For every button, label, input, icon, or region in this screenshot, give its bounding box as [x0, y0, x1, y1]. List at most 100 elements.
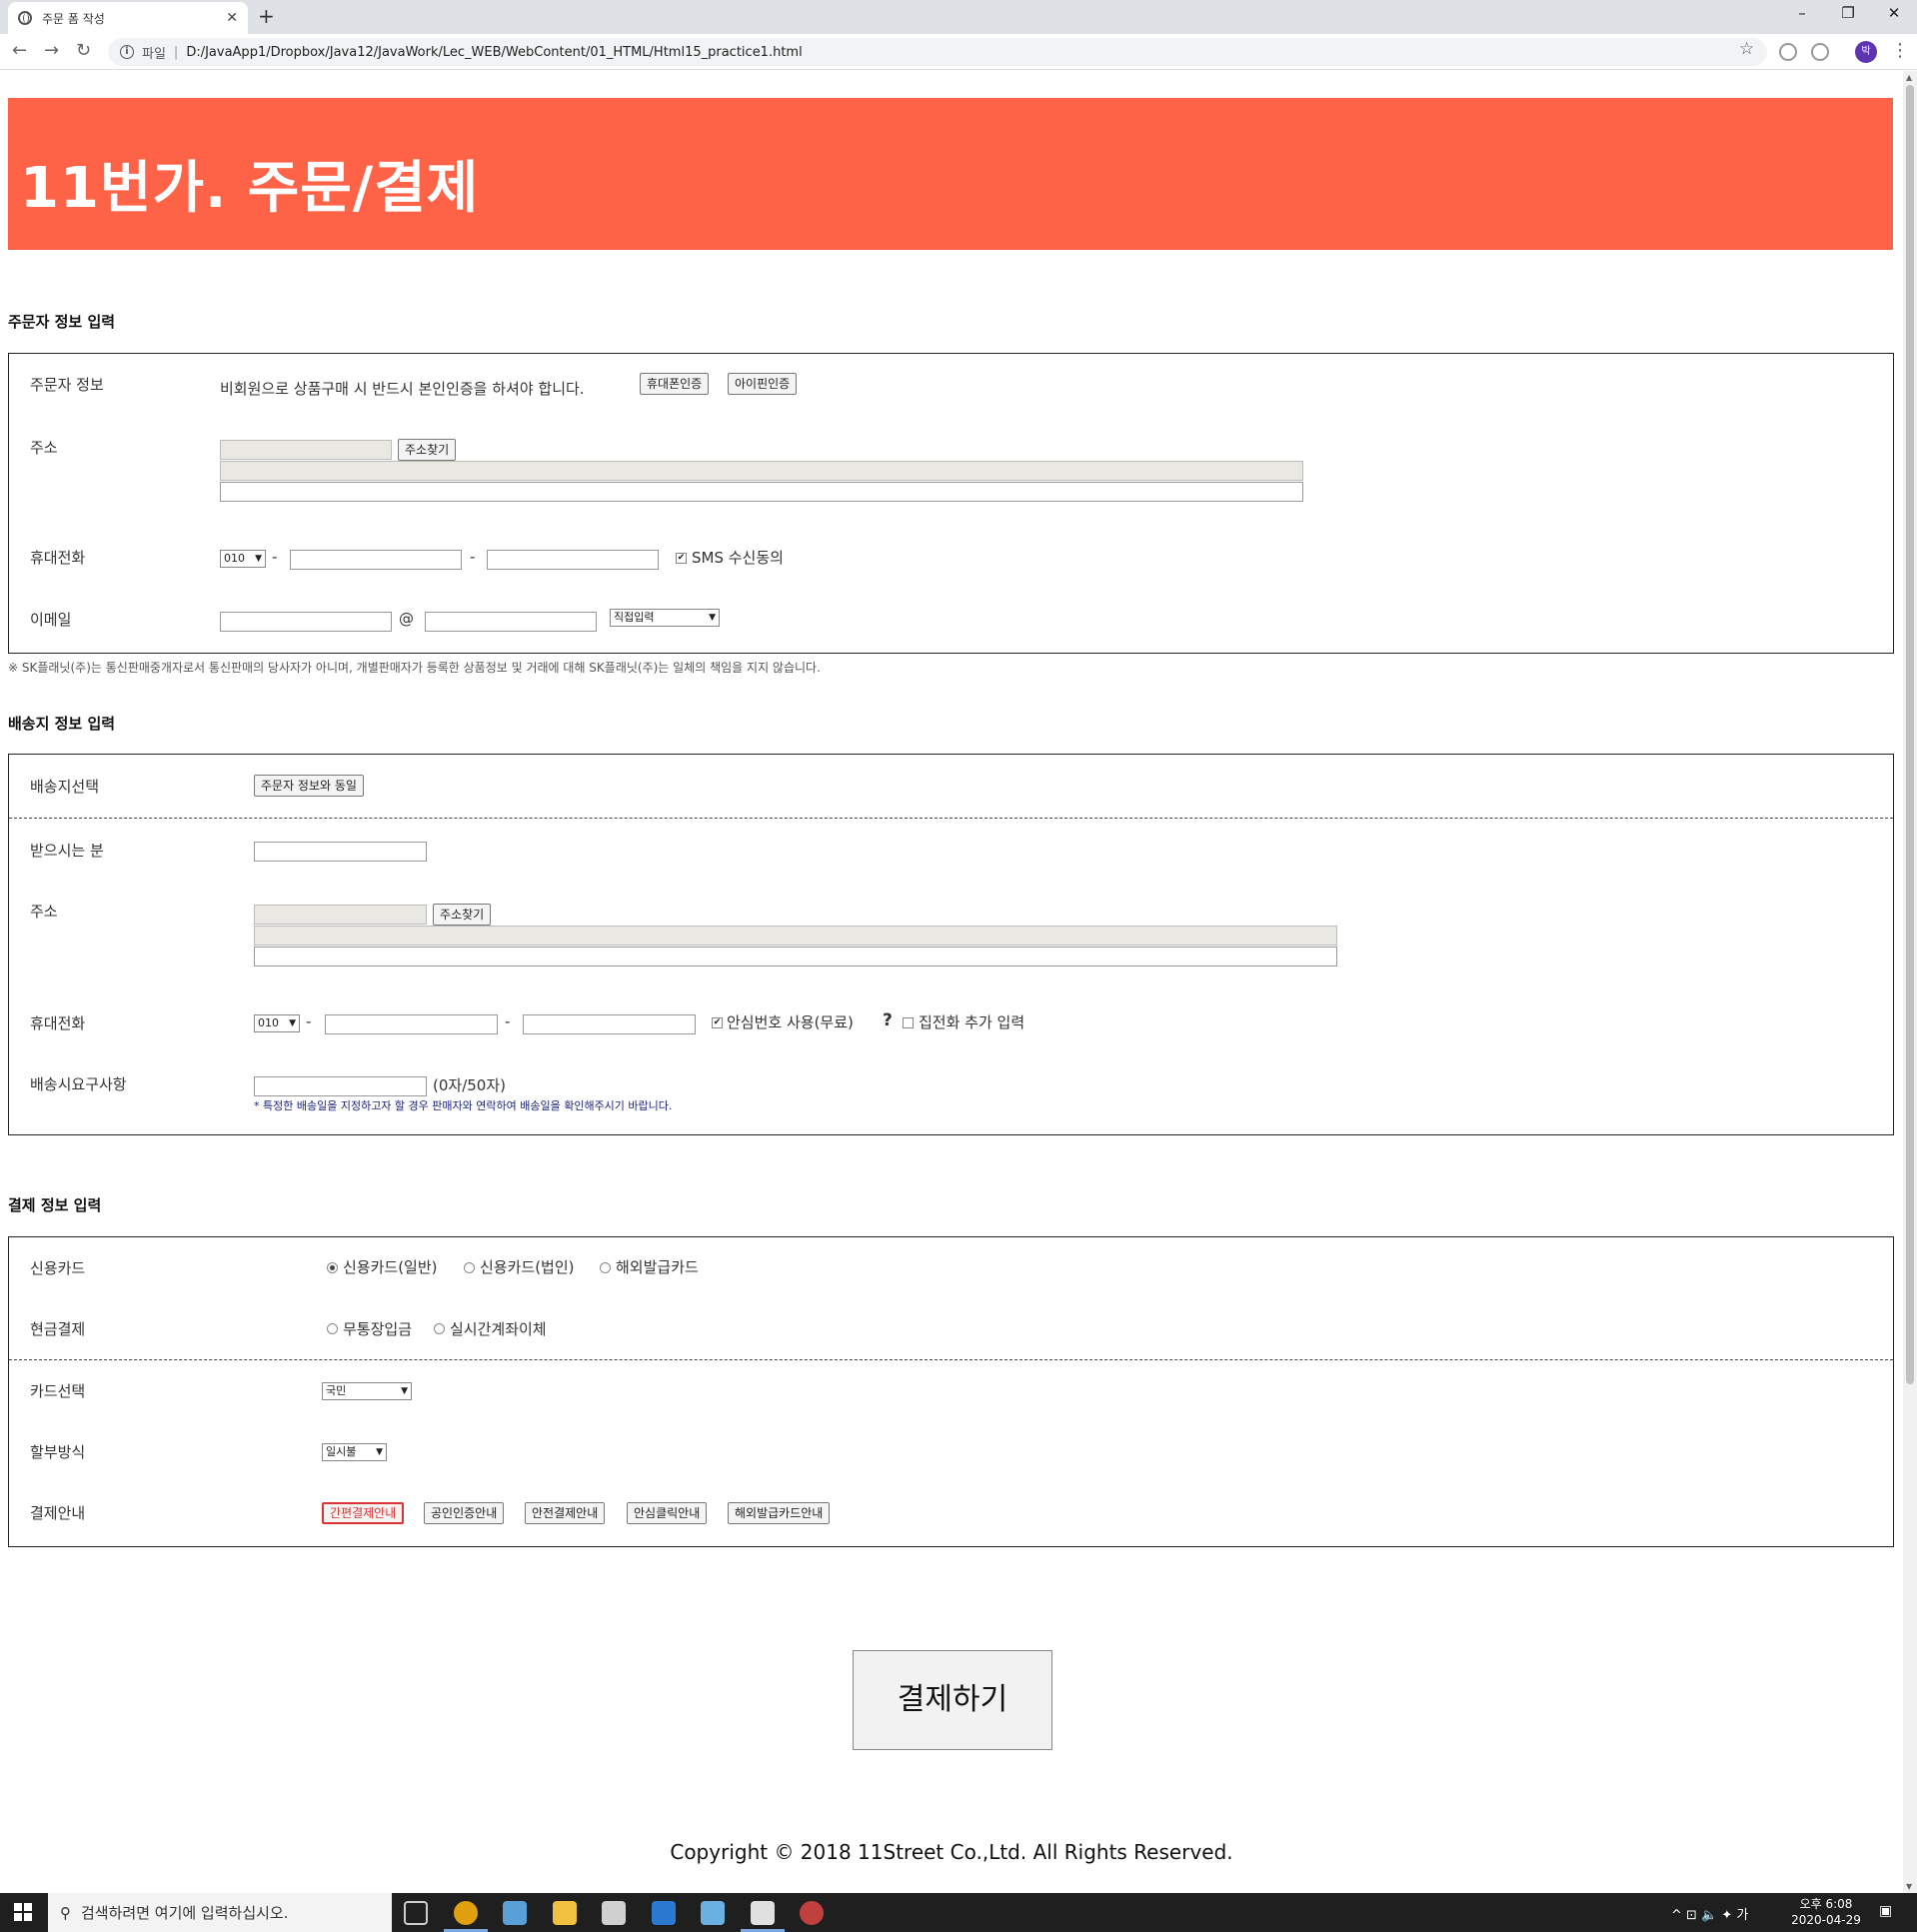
scrollbar[interactable]: ▲ ▼ [1903, 71, 1917, 1893]
radio-label: 실시간계좌이체 [450, 1320, 547, 1338]
search-icon: ⚲ [60, 1903, 71, 1922]
task-view-icon[interactable] [404, 1901, 428, 1925]
sms-label: SMS 수신동의 [692, 549, 784, 567]
address-detail-input[interactable] [220, 482, 1303, 502]
find-address-button[interactable]: 주소찾기 [398, 439, 457, 461]
taskbar-search[interactable]: ⚲ 검색하려면 여기에 입력하십시오. [48, 1893, 392, 1932]
close-window-icon[interactable]: ✕ [1871, 4, 1917, 22]
dash: - [470, 548, 476, 566]
calculator-icon[interactable] [751, 1901, 775, 1925]
scroll-thumb[interactable] [1906, 85, 1914, 1384]
safe-click-guide-button[interactable]: 안심클릭안내 [627, 1502, 708, 1524]
guide-label: 결제안내 [30, 1504, 86, 1522]
mobile-prefix-select[interactable]: 010 ▼ [220, 550, 266, 568]
radio-realtime-transfer[interactable] [434, 1323, 445, 1334]
request-note: * 특정한 배송일을 지정하고자 할 경우 판매자와 연락하여 배송일을 확인해… [254, 1099, 673, 1112]
reload-icon[interactable]: ↻ [76, 40, 91, 61]
safe-pay-guide-button[interactable]: 안전결제안내 [525, 1502, 606, 1524]
shipping-address-input[interactable] [254, 926, 1337, 946]
page-content: 11번가. 주문/결제 주문자 정보 입력 주문자 정보 비회원으로 상품구매 … [0, 71, 1903, 1893]
orderer-email-label: 이메일 [30, 611, 72, 629]
bookmark-star-icon[interactable]: ☆ [1739, 39, 1754, 59]
shipping-mobile-last-input[interactable] [523, 1014, 696, 1034]
paint-icon[interactable] [503, 1901, 527, 1925]
chrome-icon[interactable] [454, 1901, 478, 1925]
info-icon[interactable]: i [120, 45, 134, 59]
shipping-mobile-middle-input[interactable] [325, 1014, 498, 1034]
file-explorer-icon[interactable] [553, 1901, 577, 1925]
shipping-mobile-prefix-select[interactable]: 010 ▼ [254, 1014, 300, 1032]
new-tab-icon[interactable]: + [258, 4, 275, 28]
zipcode-input[interactable] [220, 440, 392, 460]
installment-value: 일시불 [326, 1445, 357, 1458]
tab-close-icon[interactable]: ✕ [226, 10, 238, 26]
credit-card-label: 신용카드 [30, 1259, 86, 1277]
orderer-info-text: 비회원으로 상품구매 시 반드시 본인인증을 하셔야 합니다. [220, 380, 585, 398]
url-text[interactable]: D:/JavaApp1/Dropbox/Java12/JavaWork/Lec_… [186, 45, 802, 60]
radio-card-personal[interactable] [327, 1262, 338, 1273]
shipping-address-detail-input[interactable] [254, 947, 1337, 966]
kebab-menu-icon[interactable]: ⋮ [1891, 40, 1909, 61]
extension-icon[interactable] [1811, 43, 1829, 61]
extension-icon[interactable] [1779, 43, 1797, 61]
installment-select[interactable]: 일시불 ▼ [322, 1443, 387, 1461]
cash-label: 현금결제 [30, 1320, 86, 1338]
shipping-address-label: 주소 [30, 903, 58, 921]
request-input[interactable] [254, 1076, 427, 1096]
pay-button[interactable]: 결제하기 [853, 1650, 1052, 1750]
radio-card-corporate[interactable] [464, 1262, 475, 1273]
browser-tab[interactable]: 주문 폼 작성 ✕ [8, 2, 248, 34]
orderer-section-title: 주문자 정보 입력 [8, 313, 116, 331]
restore-icon[interactable]: ❐ [1825, 4, 1871, 22]
card-select[interactable]: 국민 ▼ [322, 1382, 412, 1400]
back-icon[interactable]: ← [12, 40, 27, 61]
orderer-info-label: 주문자 정보 [30, 376, 104, 394]
payment-box: 신용카드 신용카드(일반) 신용카드(법인) 해외발급카드 현금결제 무통장입금… [8, 1236, 1894, 1547]
email-domain-input[interactable] [425, 612, 597, 632]
forward-icon[interactable]: → [44, 40, 59, 61]
notepad-icon[interactable] [701, 1901, 725, 1925]
cert-guide-button[interactable]: 공인인증안내 [424, 1502, 505, 1524]
orderer-mobile-label: 휴대전화 [30, 549, 86, 567]
radio-card-overseas[interactable] [600, 1262, 611, 1273]
scroll-down-icon[interactable]: ▼ [1906, 1882, 1912, 1891]
safe-number-checkbox[interactable]: ✔ [712, 1017, 723, 1028]
same-as-orderer-button[interactable]: 주문자 정보와 동일 [254, 775, 364, 797]
recipient-input[interactable] [254, 842, 427, 862]
phone-auth-button[interactable]: 휴대폰인증 [640, 373, 710, 395]
scroll-up-icon[interactable]: ▲ [1906, 73, 1912, 82]
easy-pay-guide-button[interactable]: 간편결제안내 [322, 1502, 405, 1524]
address-bar[interactable]: i 파일 | D:/JavaApp1/Dropbox/Java12/JavaWo… [108, 38, 1767, 66]
sms-checkbox[interactable]: ✔ [676, 553, 687, 564]
system-tray[interactable]: ^ ⊡ 🔈 ✦ 가 [1671, 1904, 1748, 1923]
caret-down-icon: ▼ [709, 613, 716, 623]
dash: - [505, 1012, 511, 1030]
shipping-zipcode-input[interactable] [254, 905, 427, 925]
email-domain-select[interactable]: 직접입력 ▼ [610, 609, 720, 627]
avatar[interactable]: 박 [1855, 41, 1877, 63]
caret-down-icon: ▼ [255, 554, 262, 564]
email-domain-value: 직접입력 [614, 611, 655, 624]
char-counter: (0자/50자) [433, 1076, 506, 1094]
clock[interactable]: 오후 6:08 2020-04-29 [1791, 1896, 1861, 1928]
minimize-icon[interactable]: – [1779, 4, 1825, 22]
dash: - [306, 1012, 312, 1030]
address-input[interactable] [220, 461, 1303, 481]
store-icon[interactable] [602, 1901, 626, 1925]
home-phone-checkbox[interactable] [903, 1017, 914, 1028]
page-title: 11번가. 주문/결제 [8, 98, 1893, 250]
mail-icon[interactable] [652, 1901, 676, 1925]
help-icon[interactable]: ? [883, 1010, 893, 1030]
app-icon[interactable] [800, 1901, 824, 1925]
mobile-middle-input[interactable] [290, 550, 462, 570]
at-sign: @ [399, 610, 414, 628]
shipping-mobile-label: 휴대전화 [30, 1014, 86, 1032]
notification-icon[interactable]: ▣ [1879, 1903, 1892, 1919]
windows-start-icon[interactable] [14, 1903, 32, 1921]
ipin-auth-button[interactable]: 아이핀인증 [728, 373, 798, 395]
overseas-card-guide-button[interactable]: 해외발급카드안내 [728, 1502, 831, 1524]
email-id-input[interactable] [220, 612, 392, 632]
shipping-find-address-button[interactable]: 주소찾기 [433, 904, 492, 926]
mobile-last-input[interactable] [487, 550, 659, 570]
radio-bank-deposit[interactable] [327, 1323, 338, 1334]
